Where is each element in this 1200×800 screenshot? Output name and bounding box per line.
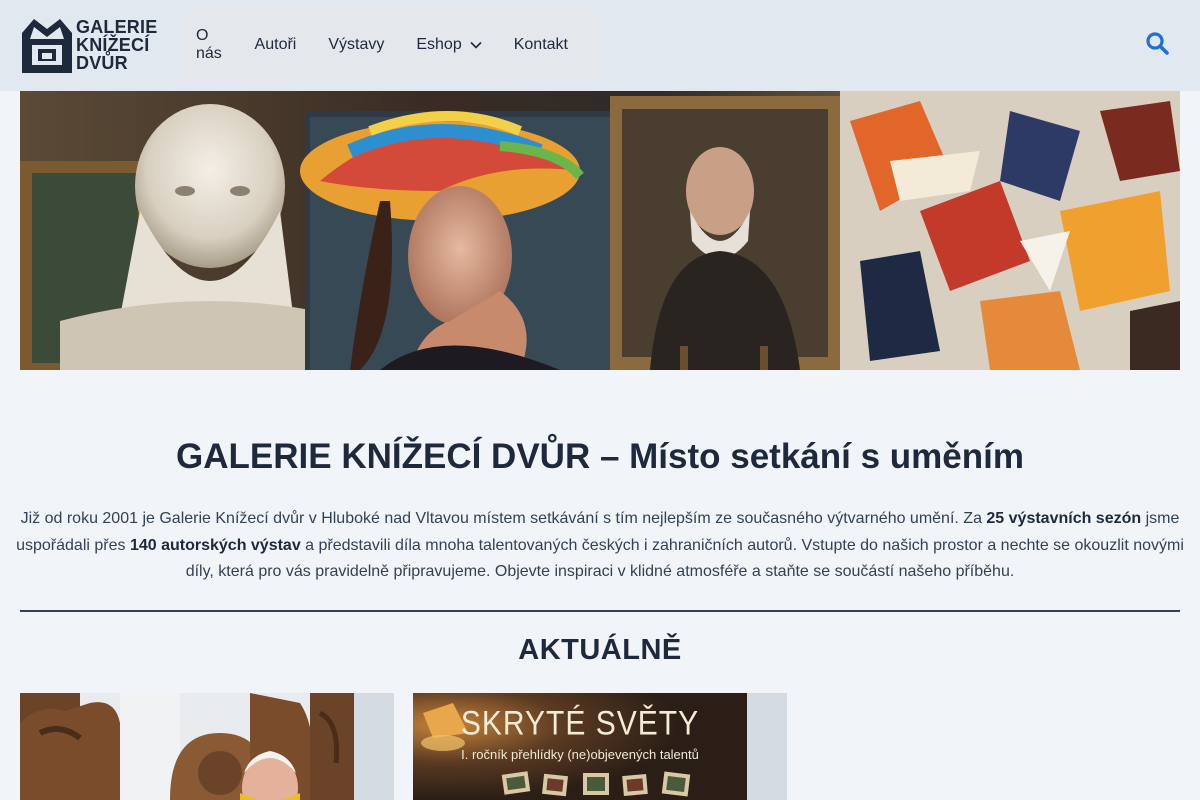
nav-item-vystavy[interactable]: Výstavy xyxy=(328,36,384,54)
site-logo[interactable]: GALERIE KNÍŽECÍ DVŮR xyxy=(20,14,157,76)
nav-item-o-nas[interactable]: O nás xyxy=(196,27,223,63)
logo-line-2: KNÍŽECÍ xyxy=(76,35,150,55)
main-nav: O nás Autoři Výstavy Eshop Kontakt xyxy=(182,8,600,82)
news-card[interactable]: SKRYTÉ SVĚTY I. ročník přehlídky (ne)obj… xyxy=(413,693,787,800)
hero-banner xyxy=(20,91,1180,370)
nav-item-eshop-label: Eshop xyxy=(416,36,462,53)
news-card[interactable] xyxy=(20,693,394,800)
logo-line-1: GALERIE xyxy=(76,17,158,37)
intro-text-3: a představili díla mnoha talentovaných č… xyxy=(185,536,1184,581)
news-card-image[interactable] xyxy=(20,693,354,800)
logo-text: GALERIE KNÍŽECÍ DVŮR xyxy=(76,18,157,72)
artist-sculpture-image xyxy=(20,693,354,800)
chevron-down-icon[interactable] xyxy=(470,41,482,49)
section-divider xyxy=(20,610,1180,612)
nav-item-eshop[interactable]: Eshop xyxy=(416,36,482,54)
news-card-image[interactable]: SKRYTÉ SVĚTY I. ročník přehlídky (ne)obj… xyxy=(413,693,747,800)
intro-highlight-seasons: 25 výstavních sezón xyxy=(986,510,1142,527)
crown-logo-icon xyxy=(22,19,72,73)
poster-title: SKRYTÉ SVĚTY xyxy=(460,704,700,743)
site-header: GALERIE KNÍŽECÍ DVŮR O nás Autoři Výstav… xyxy=(0,0,1200,91)
logo-line-3: DVŮR xyxy=(76,53,128,73)
hero-artwork-image xyxy=(20,91,1180,370)
intro-highlight-exhibitions: 140 autorských výstav xyxy=(129,536,301,554)
search-icon[interactable] xyxy=(1145,31,1169,55)
intro-text-1: Již od roku 2001 je Galerie Knížecí dvůr… xyxy=(20,510,987,527)
page-title: GALERIE KNÍŽECÍ DVŮR – Místo setkání s u… xyxy=(176,437,1024,476)
nav-item-kontakt[interactable]: Kontakt xyxy=(514,36,568,54)
news-section-title: AKTUÁLNĚ xyxy=(518,634,682,666)
poster-subtitle: I. ročník přehlídky (ne)objevených talen… xyxy=(461,747,699,762)
nav-item-autori[interactable]: Autoři xyxy=(255,36,297,54)
intro-paragraph: Již od roku 2001 je Galerie Knížecí dvůr… xyxy=(14,506,1186,586)
